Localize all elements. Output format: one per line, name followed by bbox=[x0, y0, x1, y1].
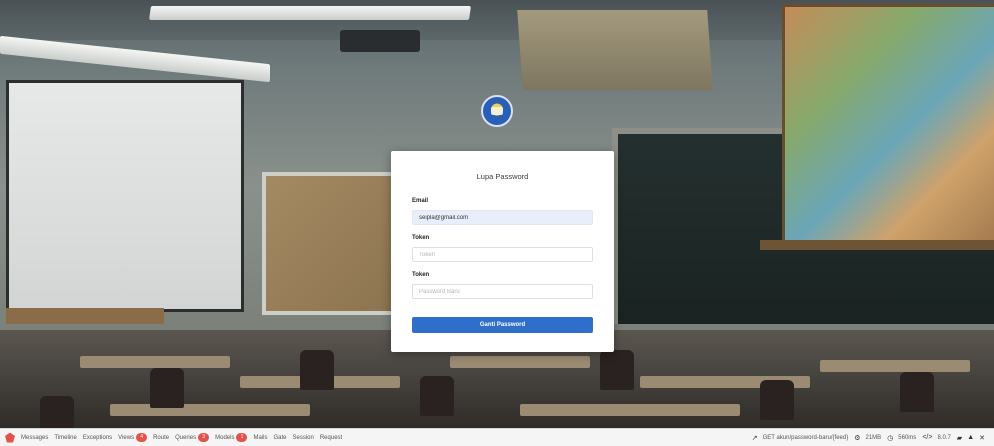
chair bbox=[150, 368, 184, 408]
cogs-icon: ⚙ bbox=[854, 434, 861, 442]
debugbar-tab-messages[interactable]: Messages bbox=[21, 435, 48, 441]
request-duration: ◷ 560ms bbox=[887, 434, 917, 442]
debugbar-tab-exceptions[interactable]: Exceptions bbox=[83, 435, 112, 441]
desk bbox=[520, 404, 740, 416]
debugbar-tab-mails[interactable]: Mails bbox=[253, 435, 267, 441]
book-icon bbox=[491, 107, 503, 115]
chair bbox=[40, 396, 74, 428]
ceiling-lamp bbox=[517, 10, 713, 90]
chair bbox=[760, 380, 794, 420]
chair bbox=[600, 350, 634, 390]
memory-usage: ⚙ 21MB bbox=[854, 434, 882, 442]
chair bbox=[900, 372, 934, 412]
debugbar-tab-models[interactable]: Models 1 bbox=[215, 433, 248, 442]
share-icon: ↗ bbox=[751, 434, 758, 442]
token-label: Token bbox=[412, 235, 430, 241]
close-icon[interactable]: ✕ bbox=[979, 434, 985, 442]
debugbar-tab-timeline[interactable]: Timeline bbox=[54, 435, 76, 441]
ceiling-light bbox=[149, 6, 471, 20]
models-count-badge: 1 bbox=[236, 433, 248, 442]
teacher-desk bbox=[6, 308, 164, 324]
new-password-label: Token bbox=[412, 272, 430, 278]
debugbar-tab-queries[interactable]: Queries 3 bbox=[175, 433, 210, 442]
desk bbox=[110, 404, 310, 416]
queries-count-badge: 3 bbox=[198, 433, 210, 442]
debugbar-tab-views[interactable]: Views 4 bbox=[118, 433, 148, 442]
desk bbox=[450, 356, 590, 368]
chair bbox=[300, 350, 334, 390]
debugbar-tab-request[interactable]: Request bbox=[320, 435, 342, 441]
cork-board bbox=[262, 172, 400, 315]
chair bbox=[420, 376, 454, 416]
new-password-field[interactable] bbox=[412, 284, 593, 299]
desk bbox=[80, 356, 230, 368]
tut-wuri-handayani-logo bbox=[481, 95, 513, 127]
views-count-badge: 4 bbox=[136, 433, 148, 442]
map-rod bbox=[760, 240, 994, 250]
change-password-button[interactable]: Ganti Password bbox=[412, 317, 593, 333]
route-info: ↗ GET akun/password-baru/{feed} bbox=[751, 434, 849, 442]
debugbar-tab-session[interactable]: Session bbox=[292, 435, 313, 441]
debugbar-logo-icon[interactable] bbox=[5, 432, 15, 443]
projector bbox=[340, 30, 420, 52]
email-label: Email bbox=[412, 198, 429, 204]
debugbar-tab-route[interactable]: Route bbox=[153, 435, 169, 441]
chevron-up-icon[interactable]: ▲ bbox=[967, 434, 974, 441]
debugbar: Messages Timeline Exceptions Views 4 Rout… bbox=[0, 428, 994, 446]
laravel-version: </> 8.0.7 bbox=[922, 434, 951, 441]
desk bbox=[820, 360, 970, 372]
reset-password-card: Lupa Password Email Token Token Ganti Pa… bbox=[391, 151, 614, 352]
debugbar-tab-gate[interactable]: Gate bbox=[273, 435, 286, 441]
folder-open-icon[interactable]: ▰ bbox=[957, 434, 962, 442]
wall-map bbox=[782, 4, 994, 245]
debugbar-meta: ↗ GET akun/password-baru/{feed} ⚙ 21MB ◷ 56… bbox=[752, 434, 994, 442]
card-title: Lupa Password bbox=[476, 172, 529, 181]
token-field[interactable] bbox=[412, 247, 593, 262]
email-field[interactable] bbox=[412, 210, 593, 225]
code-icon: </> bbox=[922, 434, 933, 441]
clock-icon: ◷ bbox=[887, 434, 894, 442]
projection-screen bbox=[6, 80, 244, 312]
